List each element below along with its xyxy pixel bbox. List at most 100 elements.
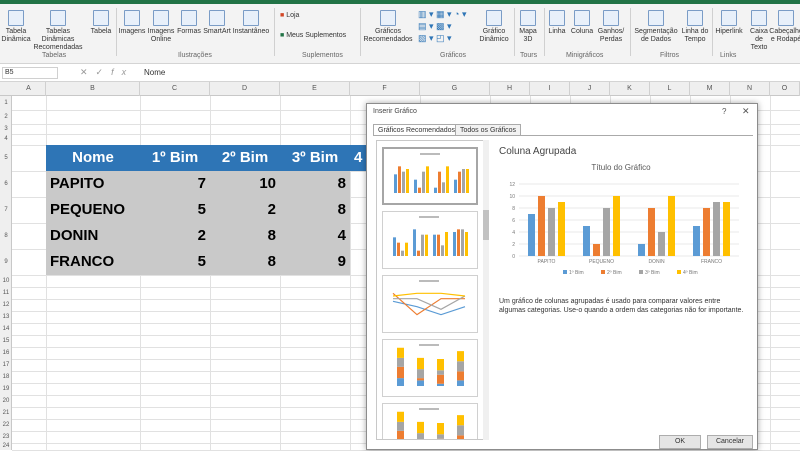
- shapes-button[interactable]: Formas: [176, 10, 202, 36]
- table-value-cell[interactable]: 2: [210, 197, 280, 223]
- screenshot-button[interactable]: Instantâneo: [232, 10, 270, 36]
- row-header-15[interactable]: 15: [0, 335, 12, 347]
- row-header-10[interactable]: 10: [0, 275, 12, 287]
- row-header-7[interactable]: 7: [0, 197, 12, 223]
- formula-controls[interactable]: ✕✓fx: [80, 67, 134, 78]
- table-value-cell[interactable]: 7: [140, 171, 210, 197]
- close-icon[interactable]: ✕: [742, 106, 750, 117]
- sparkline-winloss-button[interactable]: Ganhos/ Perdas: [596, 10, 626, 44]
- table-name-cell[interactable]: PAPITO: [46, 171, 140, 197]
- table-button[interactable]: Tabela: [88, 10, 114, 36]
- row-header-23[interactable]: 23: [0, 431, 12, 443]
- column-header-f[interactable]: F: [350, 82, 420, 96]
- cancel-button[interactable]: Cancelar: [707, 435, 753, 449]
- row-header-5[interactable]: 5: [0, 145, 12, 171]
- smartart-button[interactable]: SmartArt: [202, 10, 232, 36]
- thumbnail-scrollbar[interactable]: [483, 140, 489, 440]
- thumbnail-stacked-bar: [417, 378, 424, 381]
- row-header-18[interactable]: 18: [0, 371, 12, 383]
- chart-thumbnail[interactable]: [382, 403, 478, 439]
- table-value-cell[interactable]: 5: [140, 197, 210, 223]
- column-header-n[interactable]: N: [730, 82, 770, 96]
- recommended-charts-button[interactable]: Gráficos Recomendados: [362, 10, 414, 44]
- chart-thumbnail[interactable]: [382, 147, 478, 205]
- column-header-c[interactable]: C: [140, 82, 210, 96]
- chart-type-gallery[interactable]: ▥ ▾ ▦ ▾ ◔ ▾ ▤ ▾ ▩ ▾ ▧ ▾ ◰ ▾: [418, 8, 476, 48]
- chart-thumbnail[interactable]: [382, 339, 478, 397]
- header-footer-button[interactable]: Cabeçalho e Rodapé: [769, 10, 800, 44]
- chart-thumbnail[interactable]: [382, 211, 478, 269]
- column-header-k[interactable]: K: [610, 82, 650, 96]
- row-header-12[interactable]: 12: [0, 299, 12, 311]
- row-header-24[interactable]: 24: [0, 443, 12, 450]
- table-header-cell[interactable]: 2º Bim: [210, 145, 280, 171]
- pivot-chart-button[interactable]: Gráfico Dinâmico: [478, 10, 510, 44]
- recommended-chart-icon: [380, 10, 396, 26]
- row-header-6[interactable]: 6: [0, 171, 12, 197]
- 3d-map-button[interactable]: Mapa 3D: [516, 10, 540, 44]
- column-header-e[interactable]: E: [280, 82, 350, 96]
- table-value-cell[interactable]: 8: [280, 171, 350, 197]
- table-header-cell[interactable]: Nome: [46, 145, 140, 171]
- table-name-cell[interactable]: PEQUENO: [46, 197, 140, 223]
- my-addins-button[interactable]: ■ Meus Suplementos: [280, 32, 346, 39]
- column-header-l[interactable]: L: [650, 82, 690, 96]
- table-name-cell[interactable]: DONIN: [46, 223, 140, 249]
- text-box-button[interactable]: Caixa de Texto: [746, 10, 772, 52]
- row-header-4[interactable]: 4: [0, 134, 12, 145]
- pivot-table-button[interactable]: Tabela Dinâmica: [1, 10, 31, 44]
- row-header-1[interactable]: 1: [0, 96, 12, 110]
- column-header-a[interactable]: A: [12, 82, 46, 96]
- column-header-h[interactable]: H: [490, 82, 530, 96]
- row-header-11[interactable]: 11: [0, 287, 12, 299]
- table-value-cell[interactable]: 4: [280, 223, 350, 249]
- recommended-pivot-button[interactable]: Tabelas Dinâmicas Recomendadas: [32, 10, 84, 52]
- row-header-3[interactable]: 3: [0, 124, 12, 134]
- table-value-cell[interactable]: 2: [140, 223, 210, 249]
- table-header-cell[interactable]: 4: [350, 145, 366, 171]
- ok-button[interactable]: OK: [659, 435, 701, 449]
- table-value-cell[interactable]: 8: [210, 223, 280, 249]
- row-header-2[interactable]: 2: [0, 110, 12, 124]
- timeline-button[interactable]: Linha do Tempo: [680, 10, 710, 44]
- scrollbar-thumb[interactable]: [483, 210, 489, 240]
- formula-input[interactable]: Nome: [140, 67, 790, 79]
- column-header-m[interactable]: M: [690, 82, 730, 96]
- thumbnail-bar: [394, 174, 397, 193]
- store-button[interactable]: ■ Loja: [280, 12, 299, 19]
- name-box[interactable]: B5: [2, 67, 58, 79]
- row-header-22[interactable]: 22: [0, 419, 12, 431]
- row-header-21[interactable]: 21: [0, 407, 12, 419]
- table-value-cell[interactable]: 9: [280, 249, 350, 275]
- column-header-i[interactable]: I: [530, 82, 570, 96]
- sparkline-line-button[interactable]: Linha: [546, 10, 568, 36]
- online-pictures-button[interactable]: Imagens Online: [146, 10, 176, 44]
- row-header-9[interactable]: 9: [0, 249, 12, 275]
- row-header-20[interactable]: 20: [0, 395, 12, 407]
- row-header-14[interactable]: 14: [0, 323, 12, 335]
- row-header-13[interactable]: 13: [0, 311, 12, 323]
- chart-thumbnail[interactable]: [382, 275, 478, 333]
- column-header-o[interactable]: O: [770, 82, 800, 96]
- row-header-19[interactable]: 19: [0, 383, 12, 395]
- table-value-cell[interactable]: 10: [210, 171, 280, 197]
- table-header-cell[interactable]: 3º Bim: [280, 145, 350, 171]
- table-value-cell[interactable]: 8: [280, 197, 350, 223]
- table-value-cell[interactable]: 5: [140, 249, 210, 275]
- table-name-cell[interactable]: FRANCO: [46, 249, 140, 275]
- pictures-button[interactable]: Imagens: [118, 10, 146, 36]
- table-header-cell[interactable]: 1º Bim: [140, 145, 210, 171]
- row-header-17[interactable]: 17: [0, 359, 12, 371]
- sparkline-column-button[interactable]: Coluna: [570, 10, 594, 36]
- hyperlink-button[interactable]: Hiperlink: [714, 10, 744, 36]
- column-header-j[interactable]: J: [570, 82, 610, 96]
- row-header-8[interactable]: 8: [0, 223, 12, 249]
- slicer-button[interactable]: Segmentação de Dados: [632, 10, 680, 44]
- table-value-cell[interactable]: 8: [210, 249, 280, 275]
- recommended-charts-list[interactable]: [376, 140, 486, 440]
- column-header-d[interactable]: D: [210, 82, 280, 96]
- row-header-16[interactable]: 16: [0, 347, 12, 359]
- column-header-b[interactable]: B: [46, 82, 140, 96]
- help-icon[interactable]: ?: [722, 107, 726, 116]
- column-header-g[interactable]: G: [420, 82, 490, 96]
